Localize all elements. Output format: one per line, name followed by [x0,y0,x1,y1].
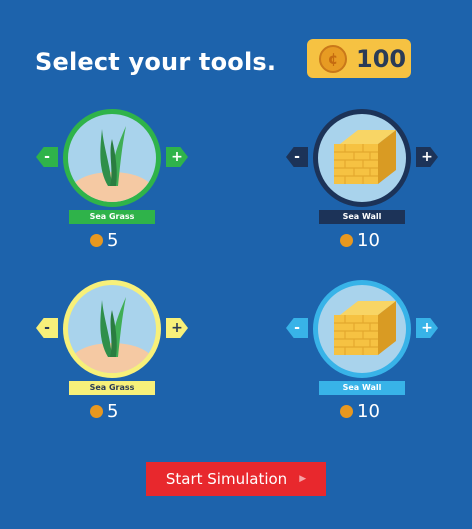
increase-button[interactable]: + [166,318,188,338]
tool-label: Sea Wall [319,210,405,224]
seawall-icon[interactable] [313,280,411,378]
tool-cost-value: 10 [357,230,380,251]
tool-label: Sea Grass [69,381,155,395]
seagrass-icon[interactable] [63,109,161,207]
tool-cost-value: 5 [107,401,119,422]
play-icon: ▶ [299,474,307,484]
start-simulation-label: Start Simulation [165,470,288,488]
seawall-icon[interactable] [313,109,411,207]
tool-card-sea-grass: - + Sea Grass 5 [36,109,188,269]
page-title: Select your tools. [35,48,277,76]
tool-cost: 5 [90,401,118,422]
tool-label: Sea Wall [319,381,405,395]
decrease-button[interactable]: - [36,318,58,338]
tool-cost-value: 5 [107,230,119,251]
coin-balance: ¢ 100 [307,39,411,78]
increase-button[interactable]: + [416,147,438,167]
coin-icon [340,405,353,418]
seawall-illustration [334,130,396,184]
start-simulation-button[interactable]: Start Simulation ▶ [146,462,326,496]
seagrass-illustration [70,297,154,373]
coin-icon [90,234,103,247]
coin-icon [90,405,103,418]
seagrass-icon[interactable] [63,280,161,378]
seagrass-illustration [70,126,154,202]
tool-card-sea-wall-alt: - + Sea Wall 10 [286,280,438,440]
increase-button[interactable]: + [416,318,438,338]
coin-icon [340,234,353,247]
tool-card-sea-wall: - + Sea Wall 10 [286,109,438,269]
decrease-button[interactable]: - [286,147,308,167]
seawall-illustration [334,301,396,355]
tool-cost-value: 10 [357,401,380,422]
decrease-button[interactable]: - [286,318,308,338]
tool-card-sea-grass-alt: - + Sea Grass 5 [36,280,188,440]
tool-cost: 10 [340,401,380,422]
coin-icon: ¢ [319,44,347,73]
increase-button[interactable]: + [166,147,188,167]
coin-count: 100 [356,44,407,73]
tool-cost: 10 [340,230,380,251]
tool-cost: 5 [90,230,118,251]
decrease-button[interactable]: - [36,147,58,167]
tool-label: Sea Grass [69,210,155,224]
